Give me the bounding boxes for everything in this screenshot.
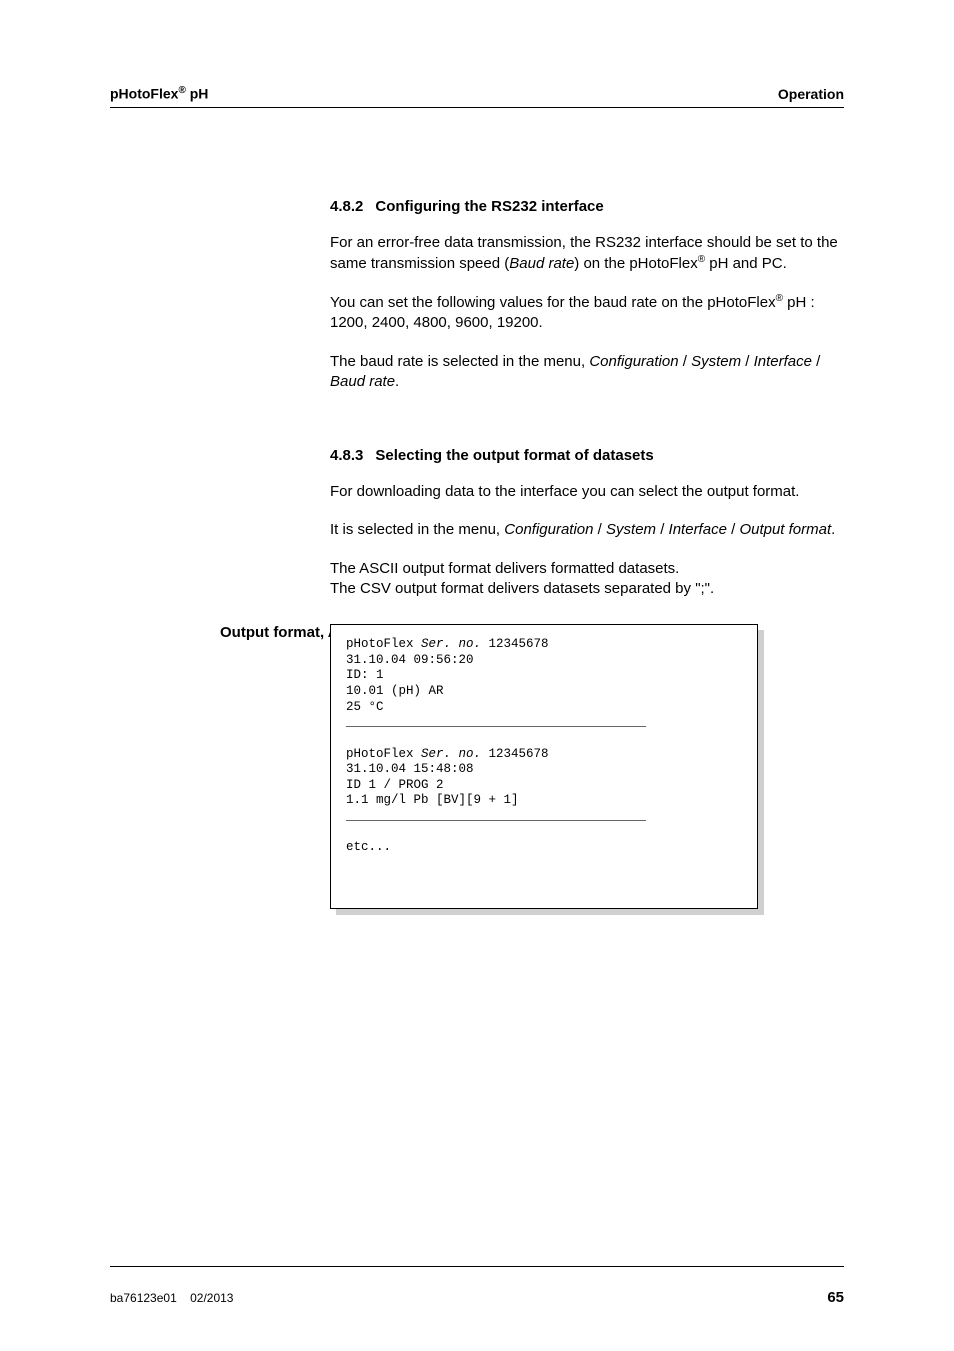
ascii-line: ID 1 / PROG 2 [346, 778, 742, 794]
footer-left: ba76123e01 02/2013 [110, 1291, 233, 1305]
mono-text: pHotoFlex [346, 747, 421, 761]
ascii-separator: ________________________________________ [346, 809, 742, 825]
ascii-separator: ________________________________________ [346, 715, 742, 731]
section-4-8-2-heading: 4.8.2 Configuring the RS232 interface [330, 198, 844, 215]
registered-super: ® [698, 254, 705, 265]
ascii-line: pHotoFlex Ser. no. 12345678 [346, 747, 742, 763]
text-italic: Interface [669, 521, 727, 538]
ascii-line: 31.10.04 15:48:08 [346, 762, 742, 778]
section-4-8-3-para-1: For downloading data to the interface yo… [330, 482, 844, 502]
text-italic: Configuration [589, 353, 678, 370]
header-section: Operation [778, 86, 844, 102]
page-header: pHotoFlex® pH Operation [110, 85, 844, 108]
section-4-8-3-num: 4.8.3 [330, 447, 363, 464]
section-4-8-3-para-2: It is selected in the menu, Configuratio… [330, 520, 844, 540]
header-product-suffix: pH [186, 86, 209, 102]
text-fragment: ) on the pHotoFlex [574, 255, 697, 272]
text-italic: Output format [739, 521, 831, 538]
header-product: pHotoFlex® pH [110, 85, 208, 102]
page-footer: ba76123e01 02/2013 65 [110, 1266, 844, 1306]
header-product-super: ® [178, 85, 185, 96]
text-italic: Configuration [504, 521, 593, 538]
text-fragment: / [727, 521, 740, 538]
text-fragment: / [594, 521, 607, 538]
ascii-line: ID: 1 [346, 668, 742, 684]
ascii-blank [346, 825, 742, 841]
text-fragment: / [812, 353, 820, 370]
ascii-etc: etc... [346, 840, 742, 856]
section-4-8-3-title: Selecting the output format of datasets [375, 447, 653, 464]
text-fragment: / [656, 521, 669, 538]
section-4-8-2-para-1: For an error-free data transmission, the… [330, 233, 844, 275]
text-fragment: You can set the following values for the… [330, 294, 776, 311]
text-fragment: . [831, 521, 835, 538]
text-fragment: / [741, 353, 754, 370]
text-italic: System [606, 521, 656, 538]
text-italic: Baud rate [509, 255, 574, 272]
header-product-prefix: pHotoFlex [110, 86, 178, 102]
output-format-ascii-row: Output format, ASCII pHotoFlex Ser. no. … [110, 624, 844, 909]
mono-text: 12345678 [481, 747, 549, 761]
ascii-line: 10.01 (pH) AR [346, 684, 742, 700]
text-fragment: The baud rate is selected in the menu, [330, 353, 589, 370]
section-4-8-2-para-3: The baud rate is selected in the menu, C… [330, 352, 844, 393]
mono-text: pHotoFlex [346, 637, 421, 651]
text-fragment: / [679, 353, 692, 370]
ascii-line: pHotoFlex Ser. no. 12345678 [346, 637, 742, 653]
mono-text: 12345678 [481, 637, 549, 651]
mono-italic-text: Ser. no. [421, 747, 481, 761]
mono-italic-text: Ser. no. [421, 637, 481, 651]
text-italic: Interface [754, 353, 812, 370]
text-fragment: pH and PC. [705, 255, 787, 272]
footer-doc-id: ba76123e01 [110, 1291, 177, 1305]
registered-super: ® [776, 293, 783, 304]
text-fragment: . [395, 373, 399, 390]
text-italic: System [691, 353, 741, 370]
section-4-8-2-para-2: You can set the following values for the… [330, 292, 844, 334]
footer-date: 02/2013 [190, 1291, 233, 1305]
text-line: The ASCII output format delivers formatt… [330, 560, 679, 577]
text-line: The CSV output format delivers datasets … [330, 580, 714, 597]
main-content: 4.8.2 Configuring the RS232 interface For… [330, 198, 844, 600]
ascii-line: 1.1 mg/l Pb [BV][9 + 1] [346, 793, 742, 809]
footer-page-number: 65 [827, 1289, 844, 1306]
section-4-8-3-para-3: The ASCII output format delivers formatt… [330, 559, 844, 600]
section-4-8-2-num: 4.8.2 [330, 198, 363, 215]
ascii-output-box: pHotoFlex Ser. no. 12345678 31.10.04 09:… [330, 624, 758, 909]
ascii-line: 25 °C [346, 700, 742, 716]
section-4-8-2-title: Configuring the RS232 interface [375, 198, 603, 215]
ascii-line: 31.10.04 09:56:20 [346, 653, 742, 669]
section-4-8-3-heading: 4.8.3 Selecting the output format of data… [330, 447, 844, 464]
ascii-blank [346, 731, 742, 747]
text-fragment: It is selected in the menu, [330, 521, 504, 538]
text-italic: Baud rate [330, 373, 395, 390]
